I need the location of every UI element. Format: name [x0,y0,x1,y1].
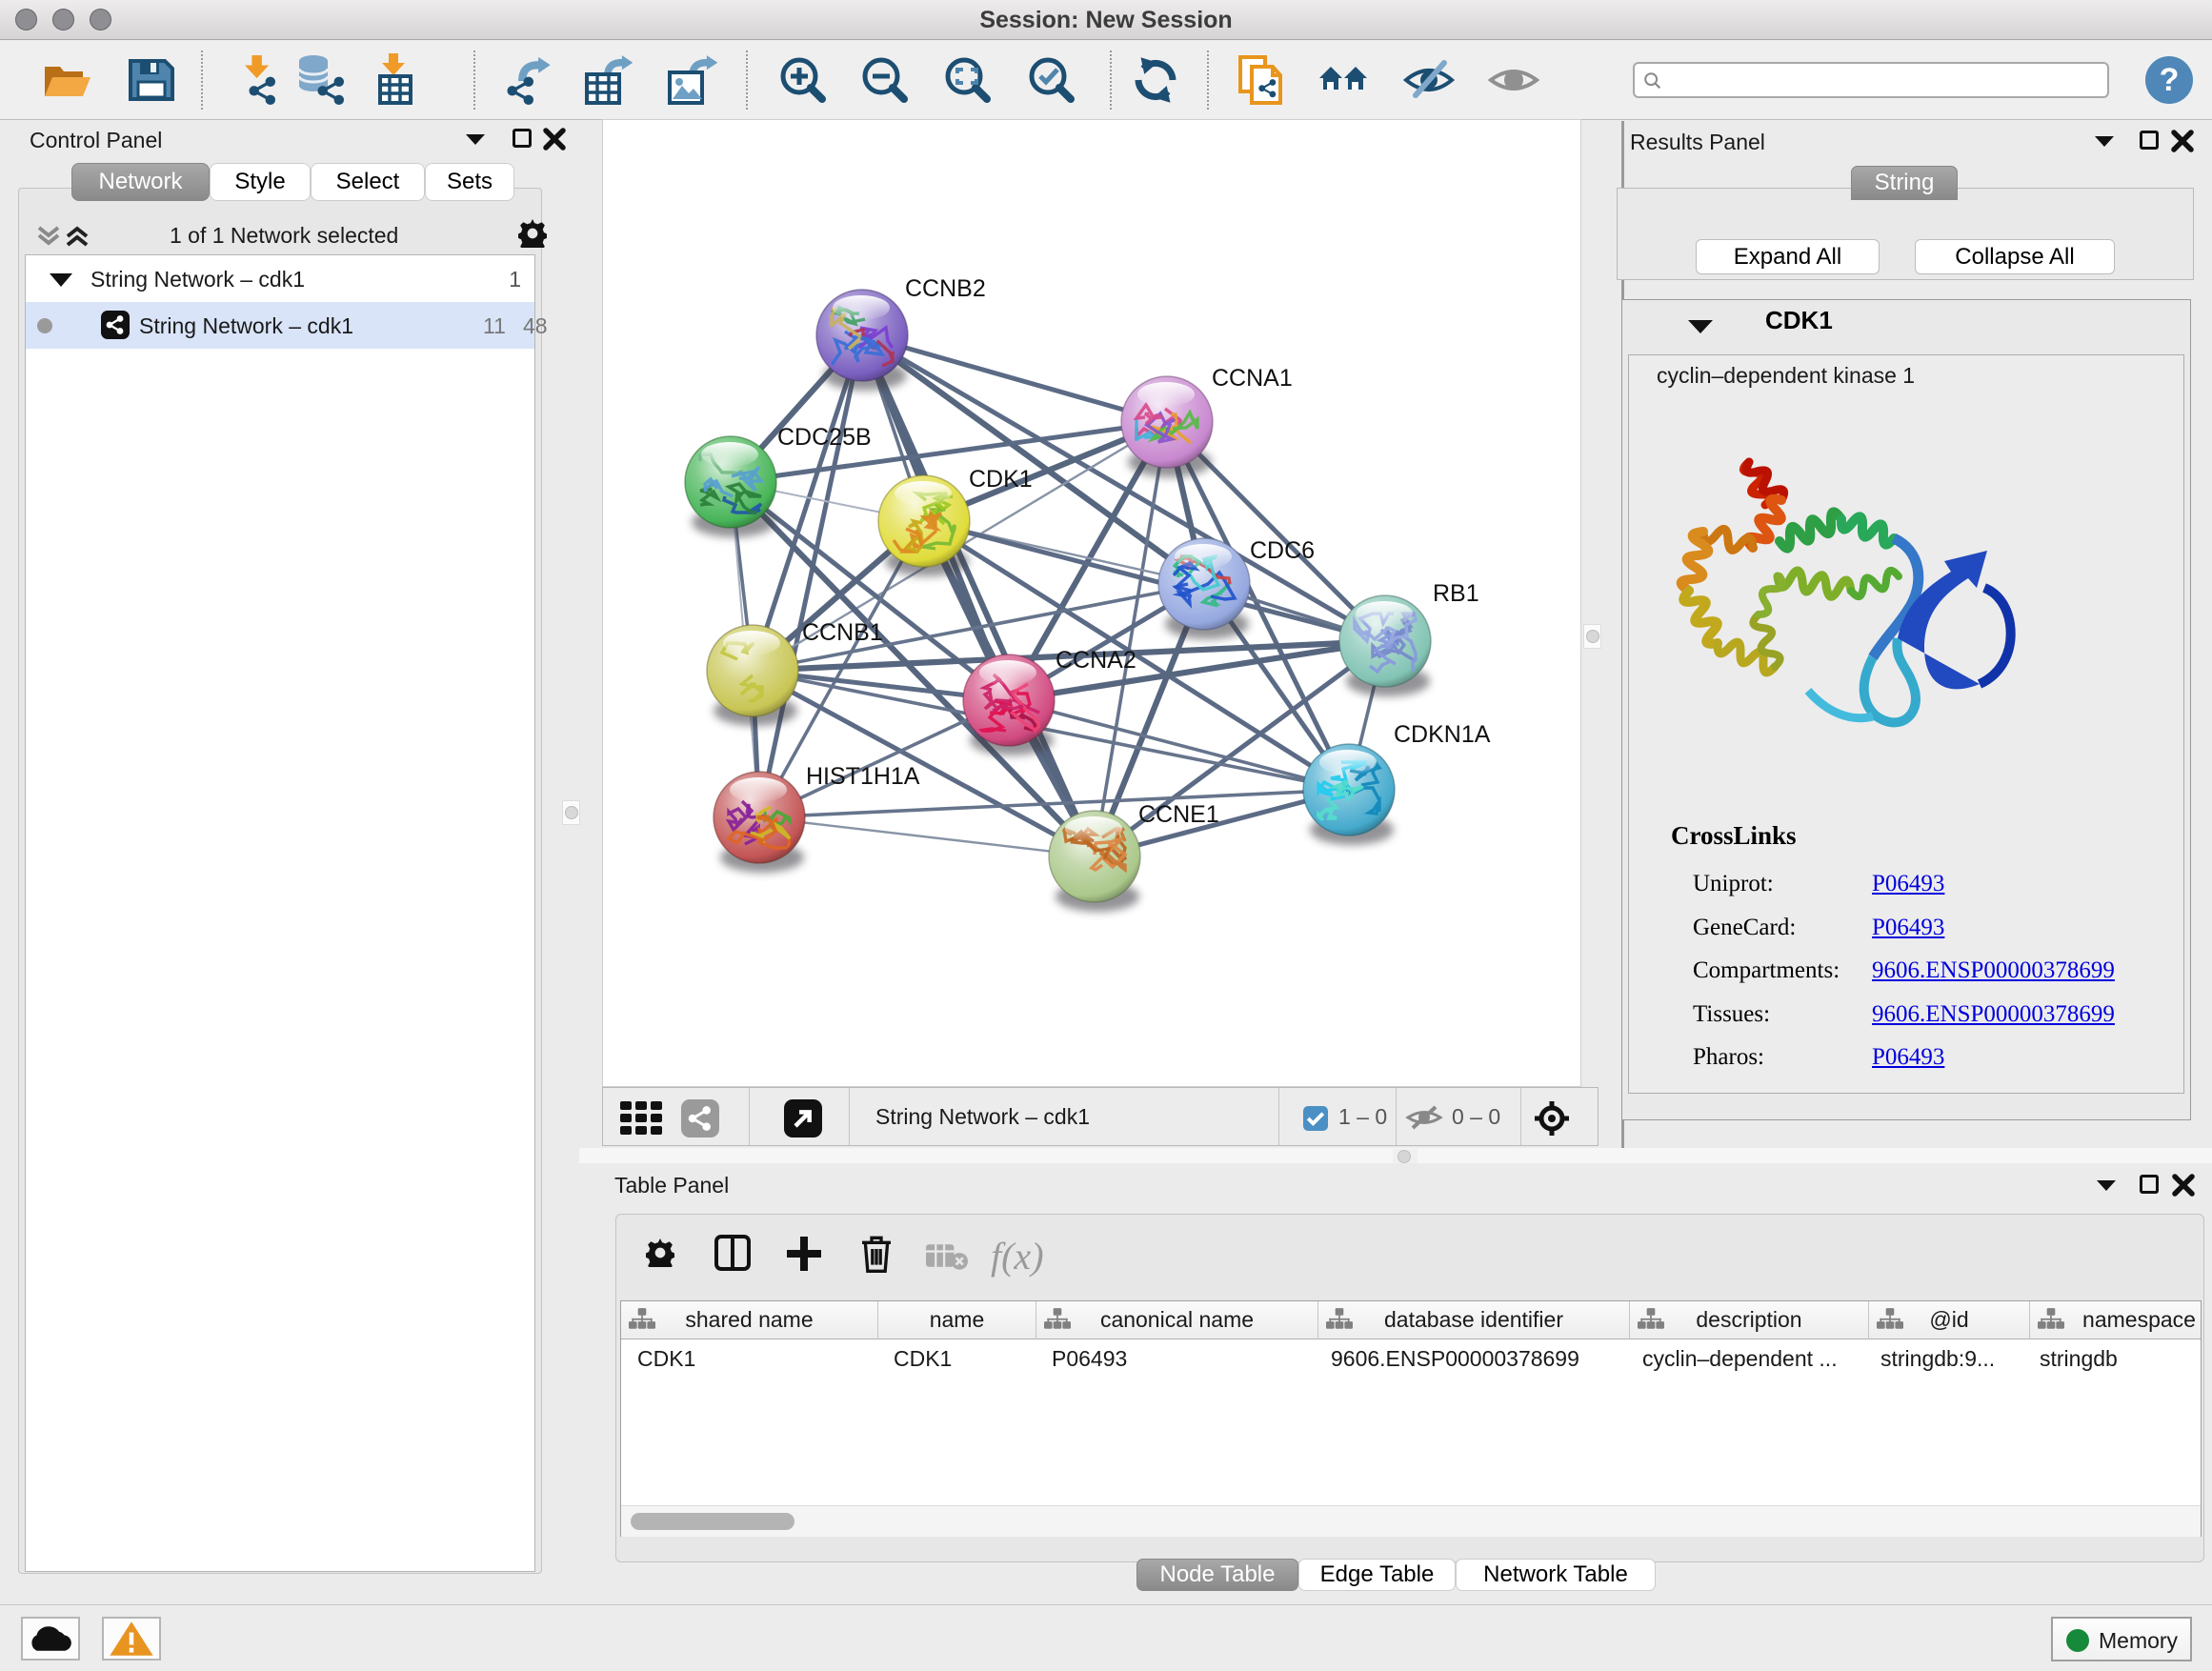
svg-text:CDK1: CDK1 [969,466,1033,493]
svg-text:CCNB2: CCNB2 [905,275,986,302]
svg-text:CCNE1: CCNE1 [1138,801,1219,828]
svg-text:CCNA2: CCNA2 [1056,647,1136,674]
svg-text:CCNA1: CCNA1 [1212,365,1293,392]
svg-text:CDC6: CDC6 [1250,537,1315,564]
svg-text:HIST1H1A: HIST1H1A [806,763,920,790]
svg-text:CDC25B: CDC25B [777,424,872,451]
svg-text:RB1: RB1 [1433,580,1479,607]
svg-text:CCNB1: CCNB1 [802,619,883,646]
svg-text:CDKN1A: CDKN1A [1394,721,1491,748]
